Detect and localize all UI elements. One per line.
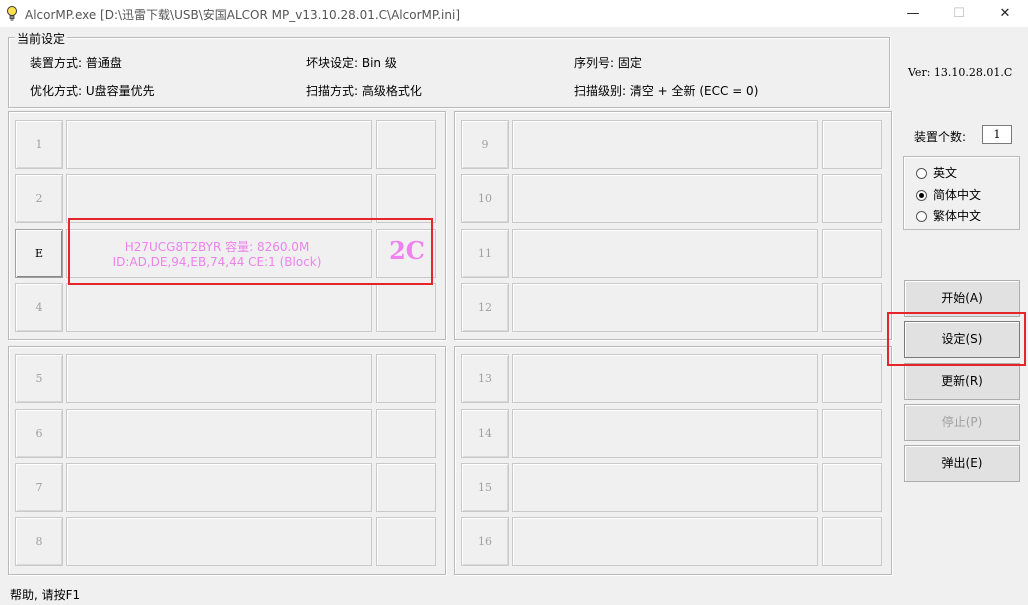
radio-icon[interactable] xyxy=(916,168,927,179)
eject-button[interactable]: 弹出(E) xyxy=(904,445,1020,482)
port-status-7 xyxy=(376,463,436,512)
port-info-13 xyxy=(512,354,818,403)
current-settings-legend: 当前设定 xyxy=(15,30,68,47)
port-button-11[interactable]: 11 xyxy=(461,229,509,278)
port-status-11 xyxy=(822,229,882,278)
version-label: Ver: 13.10.28.01.C xyxy=(908,66,1013,79)
port-info-12 xyxy=(512,283,818,332)
port-button-2[interactable]: 2 xyxy=(15,174,63,223)
language-option-simplified-chinese[interactable]: 简体中文 xyxy=(916,186,981,203)
port-status-14 xyxy=(822,409,882,458)
language-option-label: 英文 xyxy=(933,166,958,180)
optimize-text: 优化方式: U盘容量优先 xyxy=(30,84,155,98)
port-button-12[interactable]: 12 xyxy=(461,283,509,332)
port-info-6 xyxy=(66,409,372,458)
port-info-16 xyxy=(512,517,818,566)
port-status-1 xyxy=(376,120,436,169)
current-settings-group: 当前设定 装置方式: 普通盘 坏块设定: Bin 级 序列号: 固定 优化方式:… xyxy=(8,30,890,108)
device-count-field[interactable]: 1 xyxy=(982,125,1012,144)
port-button-13[interactable]: 13 xyxy=(461,354,509,403)
serial-text: 序列号: 固定 xyxy=(574,56,642,70)
device-highlight-box xyxy=(68,218,433,285)
port-button-1[interactable]: 1 xyxy=(15,120,63,169)
scan-level-text: 扫描级别: 清空 + 全新 (ECC = 0) xyxy=(574,84,759,98)
port-status-12 xyxy=(822,283,882,332)
port-info-15 xyxy=(512,463,818,512)
lightbulb-icon xyxy=(7,6,17,21)
device-mode-text: 装置方式: 普通盘 xyxy=(30,56,122,70)
maximize-button[interactable]: ☐ xyxy=(936,0,982,27)
port-button-16[interactable]: 16 xyxy=(461,517,509,566)
port-info-5 xyxy=(66,354,372,403)
port-status-16 xyxy=(822,517,882,566)
bad-block-text: 坏块设定: Bin 级 xyxy=(306,56,397,70)
port-button-4[interactable]: 4 xyxy=(15,283,63,332)
title-bar: AlcorMP.exe [D:\迅雷下载\USB\安国ALCOR MP_v13.… xyxy=(0,0,1028,27)
language-option-traditional-chinese[interactable]: 繁体中文 xyxy=(916,207,981,224)
port-info-2 xyxy=(66,174,372,223)
port-info-14 xyxy=(512,409,818,458)
port-info-7 xyxy=(66,463,372,512)
port-status-4 xyxy=(376,283,436,332)
port-info-9 xyxy=(512,120,818,169)
port-status-5 xyxy=(376,354,436,403)
port-status-8 xyxy=(376,517,436,566)
status-bar: 帮助, 请按F1 xyxy=(10,588,81,602)
port-button-10[interactable]: 10 xyxy=(461,174,509,223)
language-option-label: 繁体中文 xyxy=(933,209,982,223)
port-status-13 xyxy=(822,354,882,403)
window-title: AlcorMP.exe [D:\迅雷下载\USB\安国ALCOR MP_v13.… xyxy=(25,8,461,22)
port-info-4 xyxy=(66,283,372,332)
port-button-14[interactable]: 14 xyxy=(461,409,509,458)
language-option-label: 简体中文 xyxy=(933,188,982,202)
port-status-15 xyxy=(822,463,882,512)
port-info-8 xyxy=(66,517,372,566)
device-count-label: 装置个数: xyxy=(914,130,967,144)
port-button-3[interactable]: E xyxy=(15,229,63,278)
port-status-10 xyxy=(822,174,882,223)
language-group: 英文 简体中文 繁体中文 xyxy=(903,156,1020,230)
scan-mode-text: 扫描方式: 高级格式化 xyxy=(306,84,422,98)
radio-selected-icon[interactable] xyxy=(916,190,927,201)
port-button-7[interactable]: 7 xyxy=(15,463,63,512)
port-button-9[interactable]: 9 xyxy=(461,120,509,169)
refresh-button[interactable]: 更新(R) xyxy=(904,363,1020,400)
port-info-11 xyxy=(512,229,818,278)
port-status-2 xyxy=(376,174,436,223)
port-info-1 xyxy=(66,120,372,169)
port-status-9 xyxy=(822,120,882,169)
close-button[interactable]: ✕ xyxy=(982,0,1028,27)
language-option-english[interactable]: 英文 xyxy=(916,164,957,181)
port-button-5[interactable]: 5 xyxy=(15,354,63,403)
settings-highlight-box xyxy=(887,312,1026,366)
port-status-6 xyxy=(376,409,436,458)
minimize-button[interactable]: — xyxy=(890,0,936,27)
port-button-15[interactable]: 15 xyxy=(461,463,509,512)
port-button-8[interactable]: 8 xyxy=(15,517,63,566)
port-button-6[interactable]: 6 xyxy=(15,409,63,458)
radio-icon[interactable] xyxy=(916,211,927,222)
port-info-10 xyxy=(512,174,818,223)
stop-button[interactable]: 停止(P) xyxy=(904,404,1020,441)
